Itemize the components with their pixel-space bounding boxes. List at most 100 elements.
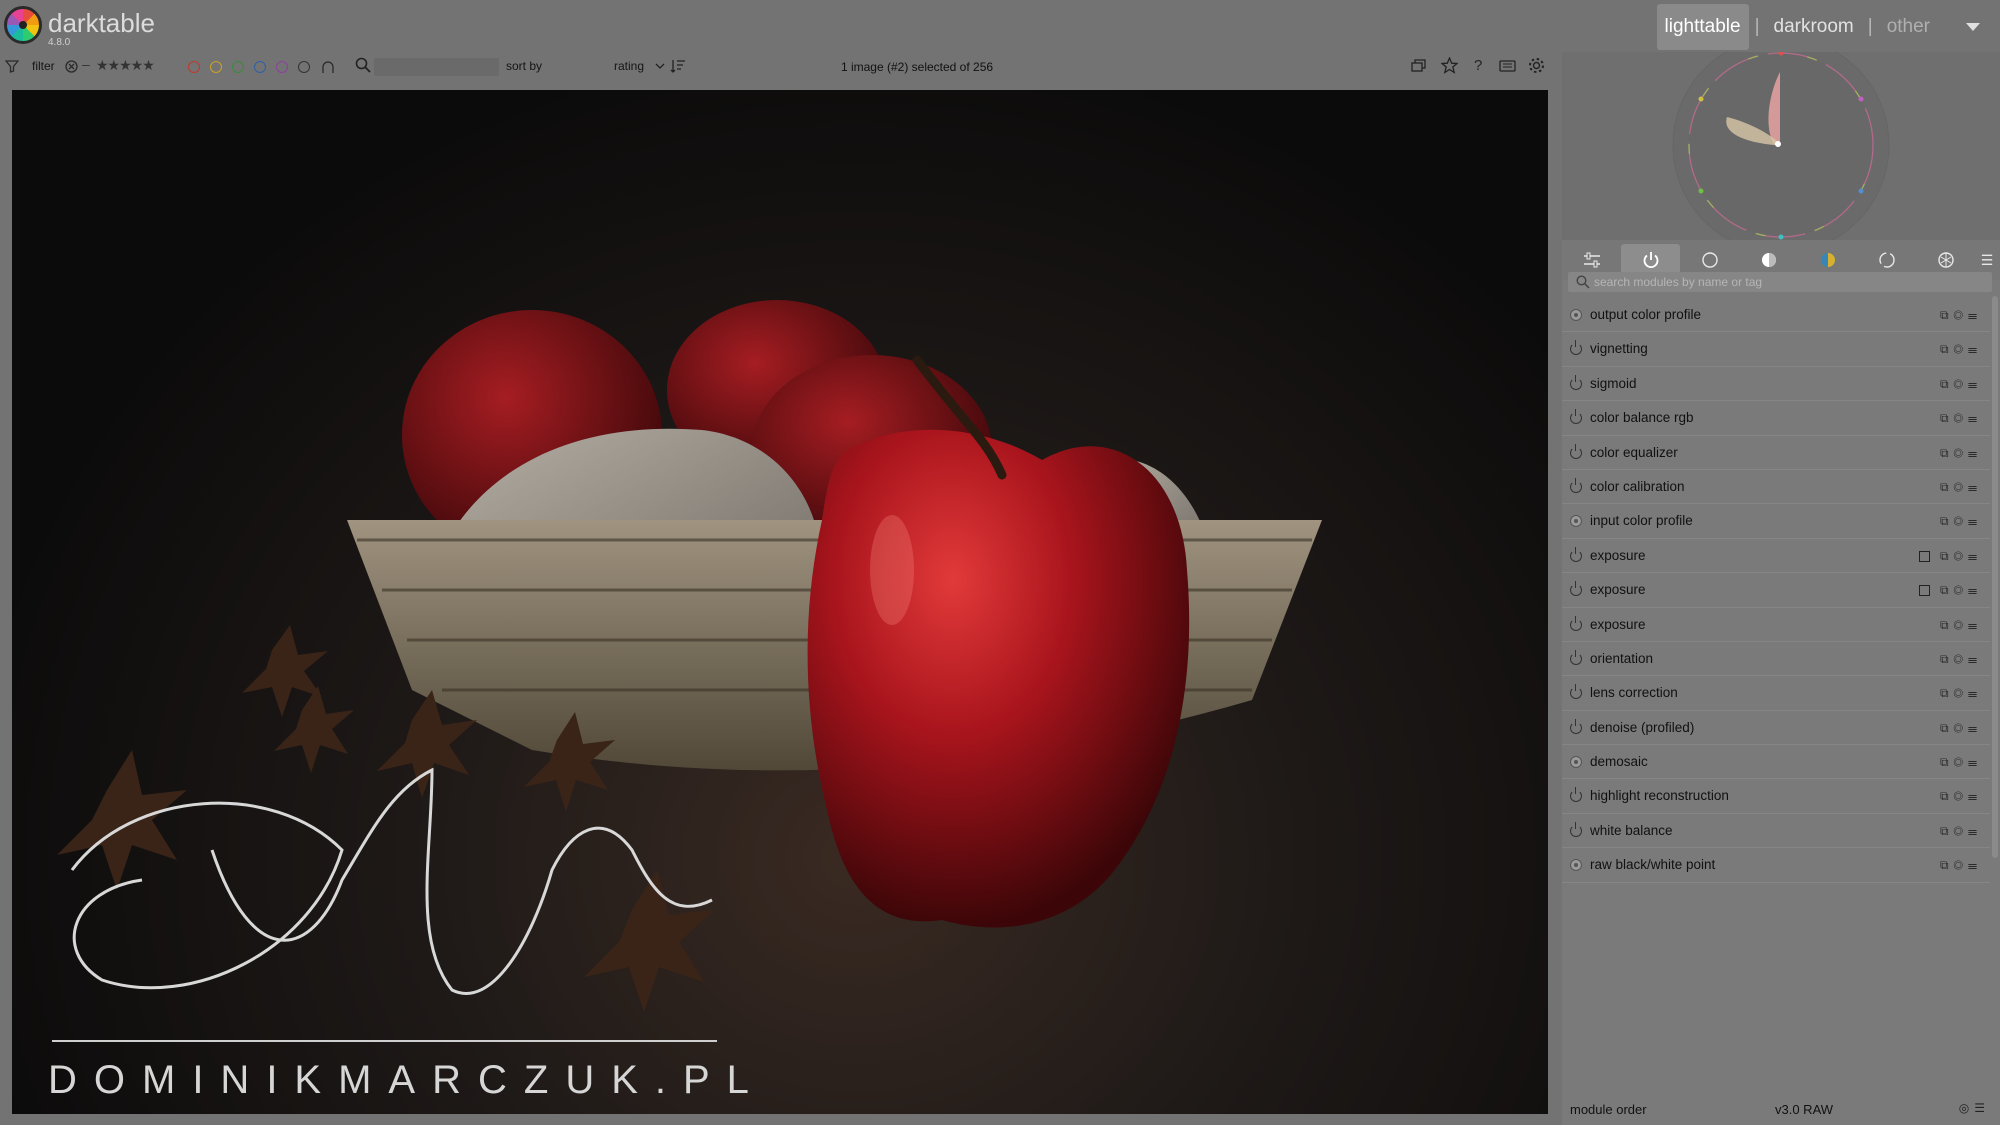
chevron-down-icon[interactable] <box>1966 23 1980 31</box>
power-icon[interactable] <box>1570 477 1582 493</box>
always-on-icon <box>1570 515 1582 528</box>
star-overlay-icon[interactable] <box>1441 57 1458 74</box>
right-panel: ☰ search modules by name or tag output c… <box>1562 36 2000 1125</box>
module-color-balance-rgb[interactable]: color balance rgb ⧉◎☰ <box>1562 401 1990 436</box>
power-icon[interactable] <box>1570 443 1582 459</box>
module-list-scrollbar[interactable] <box>1992 296 1998 858</box>
module-order-actions[interactable]: ◎☰ <box>1959 1101 1990 1115</box>
power-icon[interactable] <box>1570 546 1582 562</box>
module-label: color balance rgb <box>1590 410 1694 426</box>
module-actions[interactable]: ⧉◎☰ <box>1940 539 1982 573</box>
module-search-input[interactable]: search modules by name or tag <box>1568 272 1992 292</box>
grouping-icon[interactable] <box>1411 59 1427 73</box>
darktable-window: darktable 4.8.0 lighttable | darkroom | … <box>0 0 2000 1125</box>
view-switcher: lighttable | darkroom | other <box>1656 4 1980 50</box>
module-actions[interactable]: ⧉◎☰ <box>1940 848 1982 882</box>
module-order-label: module order <box>1570 1102 1647 1117</box>
module-exposure[interactable]: exposure ⧉◎☰ <box>1562 539 1990 574</box>
watermark-text: DOMINIKMARCZUK.PL <box>48 1058 766 1102</box>
help-icon[interactable]: ? <box>1474 57 1482 74</box>
module-exposure[interactable]: exposure ⧉◎☰ <box>1562 573 1990 608</box>
module-color-equalizer[interactable]: color equalizer ⧉◎☰ <box>1562 436 1990 470</box>
module-label: exposure <box>1590 547 1646 563</box>
view-separator: | <box>1867 16 1873 37</box>
vectorscope-graph <box>1672 36 1890 254</box>
module-input-color-profile[interactable]: input color profile ⧉◎☰ <box>1562 504 1990 539</box>
module-lens-correction[interactable]: lens correction ⧉◎☰ <box>1562 676 1990 711</box>
module-actions[interactable]: ⧉◎☰ <box>1940 711 1982 745</box>
sliders-icon <box>1583 252 1600 268</box>
module-order-value[interactable]: v3.0 RAW <box>1775 1102 1833 1117</box>
view-other[interactable]: other <box>1879 4 1938 50</box>
correct-icon <box>1878 252 1895 268</box>
module-label: orientation <box>1590 650 1654 666</box>
power-icon[interactable] <box>1570 684 1582 700</box>
power-icon[interactable] <box>1570 615 1582 631</box>
color-icon <box>1820 253 1835 267</box>
module-order-footer: module order v3.0 RAW ◎☰ <box>1562 1092 2000 1125</box>
module-label: demosaic <box>1590 754 1648 770</box>
power-icon[interactable] <box>1570 787 1582 803</box>
module-label: lens correction <box>1590 685 1678 701</box>
power-icon[interactable] <box>1570 409 1582 425</box>
module-actions[interactable]: ⧉◎☰ <box>1940 676 1982 710</box>
module-actions[interactable]: ⧉◎☰ <box>1940 332 1982 366</box>
module-actions[interactable]: ⧉◎☰ <box>1940 608 1982 642</box>
gear-icon[interactable] <box>1528 57 1545 74</box>
view-lighttable[interactable]: lighttable <box>1656 4 1749 50</box>
module-raw-black-white-point[interactable]: raw black/white point ⧉◎☰ <box>1562 848 1990 883</box>
module-actions[interactable]: ⧉◎☰ <box>1940 401 1982 435</box>
hamburger-icon: ☰ <box>1980 251 1994 268</box>
module-label: color equalizer <box>1590 444 1678 460</box>
power-icon[interactable] <box>1570 340 1582 356</box>
module-label: highlight reconstruction <box>1590 788 1729 804</box>
module-white-balance[interactable]: white balance ⧉◎☰ <box>1562 814 1990 849</box>
module-highlight-reconstruction[interactable]: highlight reconstruction ⧉◎☰ <box>1562 779 1990 814</box>
mask-icon <box>1919 585 1930 597</box>
module-actions[interactable]: ⧉◎☰ <box>1940 573 1982 607</box>
center-view: DOMINIKMARCZUK.PL <box>0 82 1562 1125</box>
module-actions[interactable]: ⧉◎☰ <box>1940 642 1982 676</box>
keyboard-shortcuts-icon[interactable] <box>1499 60 1516 72</box>
always-on-icon <box>1570 309 1582 321</box>
module-list: output color profile ⧉◎☰ vignetting ⧉◎☰ si… <box>1562 298 1990 883</box>
module-sigmoid[interactable]: sigmoid ⧉◎☰ <box>1562 367 1990 402</box>
power-icon[interactable] <box>1570 581 1582 597</box>
view-separator: | <box>1754 16 1760 37</box>
module-actions[interactable]: ⧉◎☰ <box>1940 745 1982 779</box>
module-actions[interactable]: ⧉◎☰ <box>1940 470 1982 504</box>
module-actions[interactable]: ⧉◎☰ <box>1940 298 1982 332</box>
effect-icon <box>1937 252 1954 268</box>
module-denoise-profiled[interactable]: denoise (profiled) ⧉◎☰ <box>1562 711 1990 746</box>
module-orientation[interactable]: orientation ⧉◎☰ <box>1562 642 1990 677</box>
module-output-color-profile[interactable]: output color profile ⧉◎☰ <box>1562 298 1990 333</box>
watermark-divider <box>52 1040 717 1042</box>
preview-image[interactable]: DOMINIKMARCZUK.PL <box>12 90 1548 1114</box>
module-demosaic[interactable]: demosaic ⧉◎☰ <box>1562 745 1990 780</box>
app-version: 4.8.0 <box>48 37 71 48</box>
always-on-icon <box>1570 756 1582 769</box>
module-actions[interactable]: ⧉◎☰ <box>1940 814 1982 848</box>
power-icon[interactable] <box>1570 374 1582 390</box>
filter-toolbar: filter – ★★★★★ sort by rating 1 image (#… <box>0 52 1562 82</box>
module-actions[interactable]: ⧉◎☰ <box>1940 779 1982 813</box>
module-label: white balance <box>1590 822 1673 838</box>
search-icon <box>1576 275 1590 289</box>
circle-icon <box>1701 252 1718 268</box>
vectorscope[interactable] <box>1562 36 2000 254</box>
module-label: denoise (profiled) <box>1590 719 1695 735</box>
module-actions[interactable]: ⧉◎☰ <box>1940 504 1982 538</box>
power-icon[interactable] <box>1570 718 1582 734</box>
module-label: sigmoid <box>1590 375 1637 391</box>
module-actions[interactable]: ⧉◎☰ <box>1940 367 1982 401</box>
module-label: input color profile <box>1590 513 1693 529</box>
power-icon[interactable] <box>1570 649 1582 665</box>
module-exposure[interactable]: exposure ⧉◎☰ <box>1562 608 1990 642</box>
module-actions[interactable]: ⧉◎☰ <box>1940 436 1982 470</box>
module-color-calibration[interactable]: color calibration ⧉◎☰ <box>1562 470 1990 505</box>
app-name: darktable <box>48 8 155 38</box>
power-icon[interactable] <box>1570 821 1582 837</box>
view-darkroom[interactable]: darkroom <box>1766 4 1862 50</box>
module-vignetting[interactable]: vignetting ⧉◎☰ <box>1562 332 1990 367</box>
selection-count: 1 image (#2) selected of 256 <box>840 60 994 74</box>
